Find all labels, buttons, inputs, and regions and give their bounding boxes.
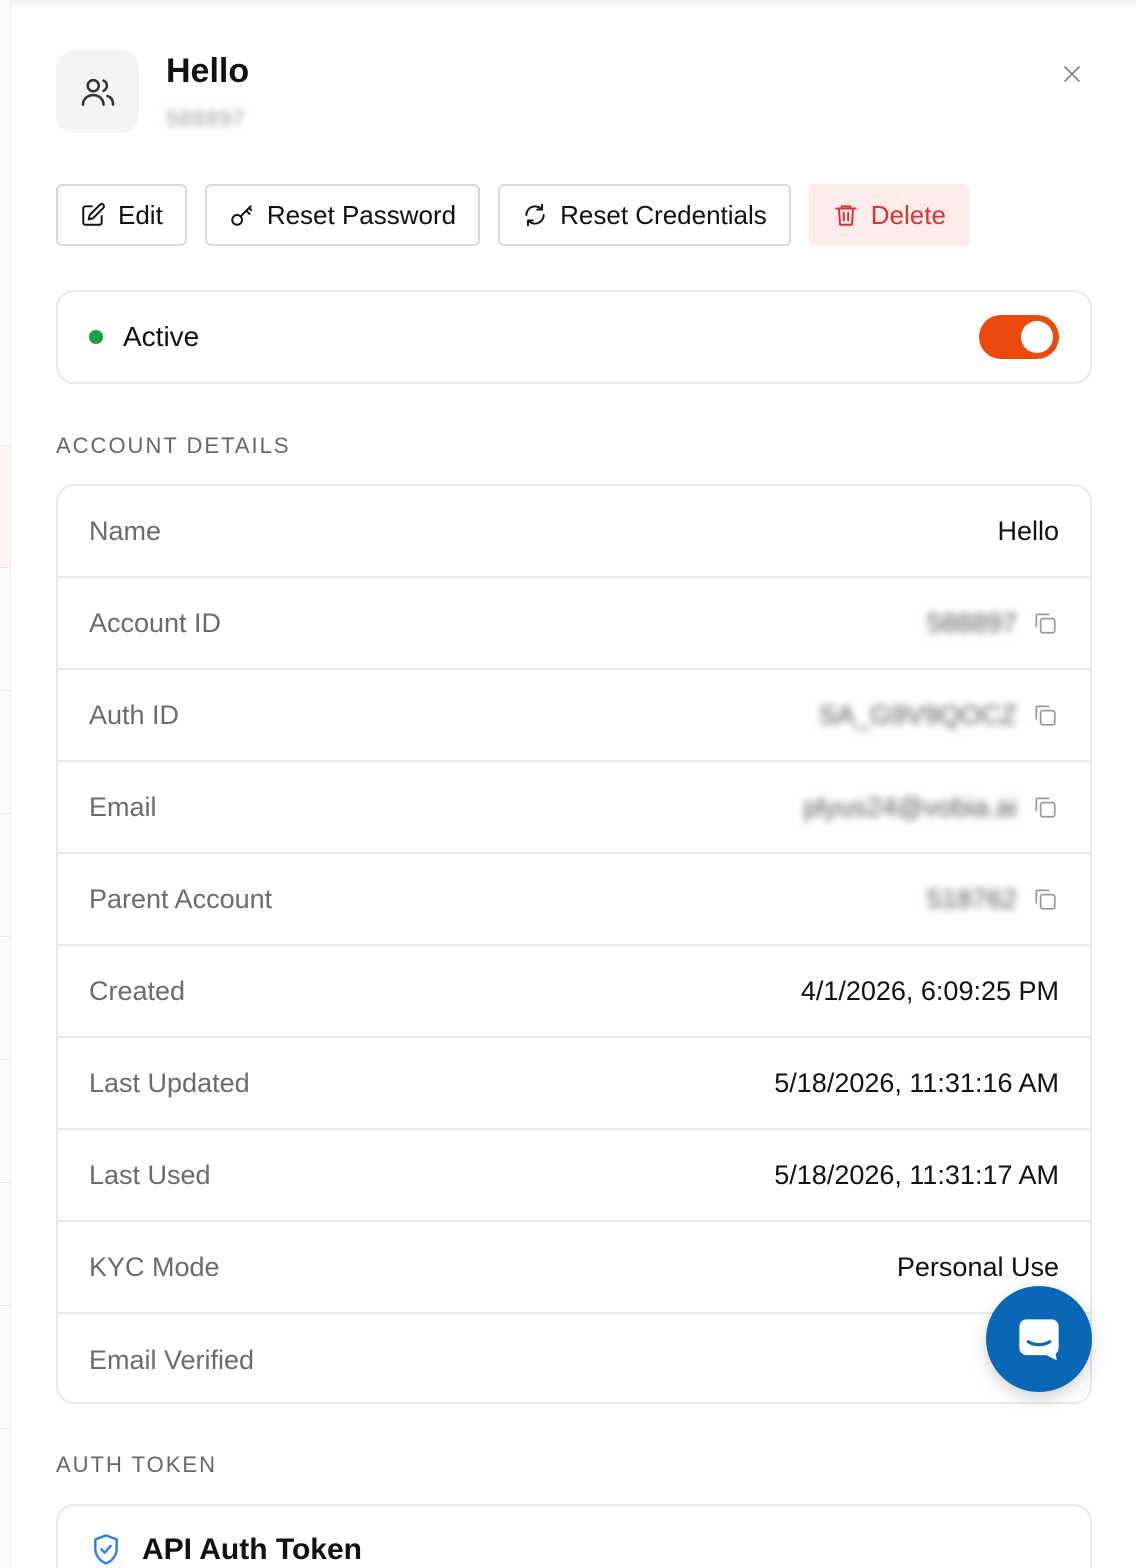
row-divider bbox=[0, 1059, 10, 1060]
row-divider bbox=[0, 567, 10, 568]
row-divider bbox=[0, 1182, 10, 1183]
background-table-edge bbox=[0, 0, 11, 1568]
reset-password-label: Reset Password bbox=[266, 199, 457, 230]
detail-label: Auth ID bbox=[89, 699, 180, 730]
row-divider bbox=[0, 445, 10, 446]
auth-token-heading: AUTH TOKEN bbox=[56, 1452, 217, 1477]
detail-label: Parent Account bbox=[89, 883, 273, 914]
detail-label: Account ID bbox=[89, 607, 222, 638]
account-detail-panel: Hello 588897 Edit Reset Password Reset C… bbox=[56, 0, 1092, 1568]
page-title: Hello bbox=[166, 52, 250, 90]
detail-row-auth-id: Auth ID SA_G9V9QOCZ bbox=[58, 670, 1090, 762]
detail-value: 5/18/2026, 11:31:17 AM bbox=[774, 1160, 1059, 1191]
active-toggle[interactable] bbox=[979, 315, 1059, 359]
detail-value: 5/18/2026, 11:31:16 AM bbox=[774, 1068, 1059, 1099]
token-card-header: API Auth Token bbox=[90, 1532, 362, 1568]
account-details-heading: ACCOUNT DETAILS bbox=[56, 433, 291, 458]
status-label: Active bbox=[123, 321, 200, 352]
panel-header: Hello 588897 bbox=[56, 50, 1092, 134]
token-card-title: API Auth Token bbox=[142, 1533, 362, 1566]
reset-credentials-label: Reset Credentials bbox=[560, 199, 767, 230]
account-id-value: 588897 bbox=[926, 607, 1017, 638]
close-button[interactable] bbox=[1052, 54, 1092, 94]
close-icon bbox=[1064, 66, 1080, 82]
account-id-subtitle: 588897 bbox=[166, 106, 246, 131]
detail-label: Last Updated bbox=[89, 1067, 250, 1098]
avatar bbox=[56, 50, 139, 133]
edit-icon bbox=[82, 203, 105, 226]
detail-value: plyus24@vobia.ai bbox=[803, 792, 1059, 823]
shield-check-icon bbox=[94, 1534, 118, 1565]
name-value: Hello bbox=[997, 515, 1059, 546]
auth-token-card: API Auth Token bbox=[56, 1504, 1092, 1568]
email-value: plyus24@vobia.ai bbox=[803, 791, 1017, 822]
detail-row-kyc-mode: KYC Mode Personal Use bbox=[58, 1222, 1090, 1314]
detail-value: SA_G9V9QOCZ bbox=[819, 700, 1059, 731]
detail-row-last-used: Last Used 5/18/2026, 11:31:17 AM bbox=[58, 1130, 1090, 1222]
users-icon bbox=[81, 78, 114, 106]
edit-button-label: Edit bbox=[118, 199, 163, 230]
reset-credentials-button[interactable]: Reset Credentials bbox=[498, 184, 791, 246]
detail-label: Name bbox=[89, 515, 162, 546]
copy-icon[interactable] bbox=[1031, 701, 1059, 729]
detail-value: 588897 bbox=[927, 608, 1059, 639]
copy-icon[interactable] bbox=[1031, 793, 1059, 821]
detail-row-email: Email plyus24@vobia.ai bbox=[58, 762, 1090, 854]
detail-label: KYC Mode bbox=[89, 1251, 220, 1282]
detail-row-last-updated: Last Updated 5/18/2026, 11:31:16 AM bbox=[58, 1038, 1090, 1130]
kyc-mode-value: Personal Use bbox=[896, 1251, 1059, 1282]
trash-icon bbox=[835, 205, 857, 226]
detail-value: 4/1/2026, 6:09:25 PM bbox=[801, 976, 1059, 1007]
refresh-icon bbox=[525, 203, 545, 227]
last-updated-value: 5/18/2026, 11:31:16 AM bbox=[774, 1067, 1059, 1098]
chat-launcher-button[interactable] bbox=[986, 1286, 1092, 1392]
reset-password-button[interactable]: Reset Password bbox=[204, 184, 481, 246]
row-divider bbox=[0, 690, 10, 691]
action-toolbar: Edit Reset Password Reset Credentials De… bbox=[56, 184, 970, 246]
created-value: 4/1/2026, 6:09:25 PM bbox=[800, 975, 1059, 1006]
row-divider bbox=[0, 813, 10, 814]
delete-button-label: Delete bbox=[870, 199, 946, 230]
detail-value: 518762 bbox=[927, 884, 1059, 915]
detail-label: Last Used bbox=[89, 1159, 211, 1190]
key-icon bbox=[231, 205, 252, 226]
status-card: Active bbox=[56, 290, 1092, 384]
delete-button[interactable]: Delete bbox=[808, 184, 970, 246]
row-divider bbox=[0, 1305, 10, 1306]
detail-row-account-id: Account ID 588897 bbox=[58, 578, 1090, 670]
status-dot bbox=[89, 330, 103, 344]
detail-label: Created bbox=[89, 975, 186, 1006]
detail-label: Email bbox=[89, 791, 157, 822]
detail-row-created: Created 4/1/2026, 6:09:25 PM bbox=[58, 946, 1090, 1038]
row-divider bbox=[0, 936, 10, 937]
detail-value: Hello bbox=[997, 516, 1059, 547]
edit-button[interactable]: Edit bbox=[56, 184, 187, 246]
detail-row-email-verified: Email Verified bbox=[58, 1314, 1090, 1402]
detail-row-parent-account: Parent Account 518762 bbox=[58, 854, 1090, 946]
highlighted-row-tint bbox=[0, 445, 10, 567]
detail-row-name: Name Hello bbox=[58, 486, 1090, 578]
detail-value: Personal Use bbox=[897, 1252, 1059, 1283]
copy-icon[interactable] bbox=[1031, 609, 1059, 637]
parent-account-value: 518762 bbox=[926, 883, 1017, 914]
account-details-card: Name Hello Account ID 588897 Auth ID SA_… bbox=[56, 484, 1092, 1404]
toggle-knob bbox=[1021, 321, 1053, 353]
auth-id-value: SA_G9V9QOCZ bbox=[818, 699, 1017, 730]
row-divider bbox=[0, 1428, 10, 1429]
detail-label: Email Verified bbox=[89, 1344, 255, 1375]
last-used-value: 5/18/2026, 11:31:17 AM bbox=[774, 1159, 1059, 1190]
copy-icon[interactable] bbox=[1031, 885, 1059, 913]
chat-icon bbox=[1019, 1319, 1059, 1361]
